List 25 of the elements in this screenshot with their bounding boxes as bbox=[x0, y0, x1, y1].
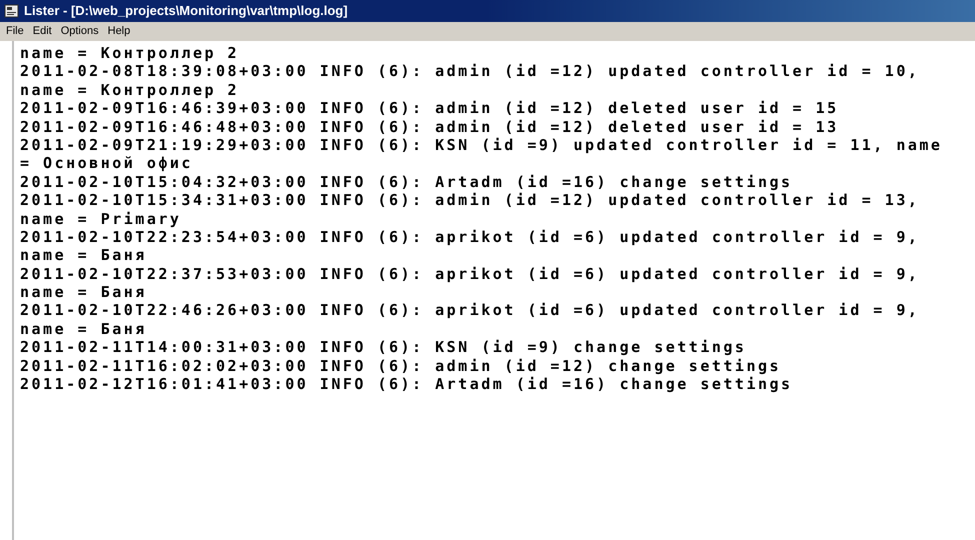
log-line: 2011-02-09T16:46:39+03:00 INFO (6): admin (id =12) deleted user id = 15 bbox=[20, 99, 839, 118]
app-icon bbox=[4, 3, 20, 19]
log-line: 2011-02-10T22:23:54+03:00 INFO (6): aprikot (id =6) updated controller id = 9, bbox=[20, 228, 920, 246]
log-line: name = Контроллер 2 bbox=[20, 80, 240, 100]
log-line: 2011-02-09T21:19:29+03:00 INFO (6): KSN (id =9) updated controller id = 11, name bbox=[20, 136, 942, 154]
menu-item[interactable]: Options bbox=[60, 23, 99, 40]
log-line: 2011-02-10T15:04:32+03:00 INFO (6): Artadm (id =16) change settings bbox=[20, 172, 793, 192]
menu-item[interactable]: Help bbox=[108, 23, 130, 40]
log-line: name = Контроллер 2 bbox=[20, 44, 240, 62]
log-line: name = Primary bbox=[20, 210, 182, 228]
log-line: 2011-02-09T16:46:48+03:00 INFO (6): admin (id =12) deleted user id = 13 bbox=[20, 118, 839, 136]
menu-item[interactable]: File bbox=[6, 23, 24, 40]
log-line: 2011-02-10T22:46:26+03:00 INFO (6): aprikot (id =6) updated controller id = 9, bbox=[20, 301, 920, 320]
log-line: name = Баня bbox=[20, 320, 147, 338]
log-line: = Основной офис bbox=[20, 154, 193, 173]
log-line: 2011-02-10T15:34:31+03:00 INFO (6): admin (id =12) updated controller id = 13, bbox=[20, 191, 920, 210]
log-line: 2011-02-11T14:00:31+03:00 INFO (6): KSN (id =9) change settings bbox=[20, 338, 746, 357]
log-line: name = Баня bbox=[20, 283, 147, 302]
window-title: Lister - [D:\web_projects\Monitoring\var\tmp\log.log] bbox=[24, 2, 348, 20]
log-line: 2011-02-10T22:37:53+03:00 INFO (6): aprikot (id =6) updated controller id = 9, bbox=[20, 264, 920, 284]
log-line: name = Баня bbox=[20, 246, 147, 265]
menu-item[interactable]: Edit bbox=[32, 23, 52, 40]
log-line: 2011-02-08T18:39:08+03:00 INFO (6): admin (id =12) updated controller id = 10, bbox=[20, 62, 920, 81]
log-line: 2011-02-11T16:02:02+03:00 INFO (6): admin (id =12) change settings bbox=[20, 356, 782, 376]
log-line: 2011-02-12T16:01:41+03:00 INFO (6): Artadm (id =16) change settings bbox=[20, 375, 793, 394]
